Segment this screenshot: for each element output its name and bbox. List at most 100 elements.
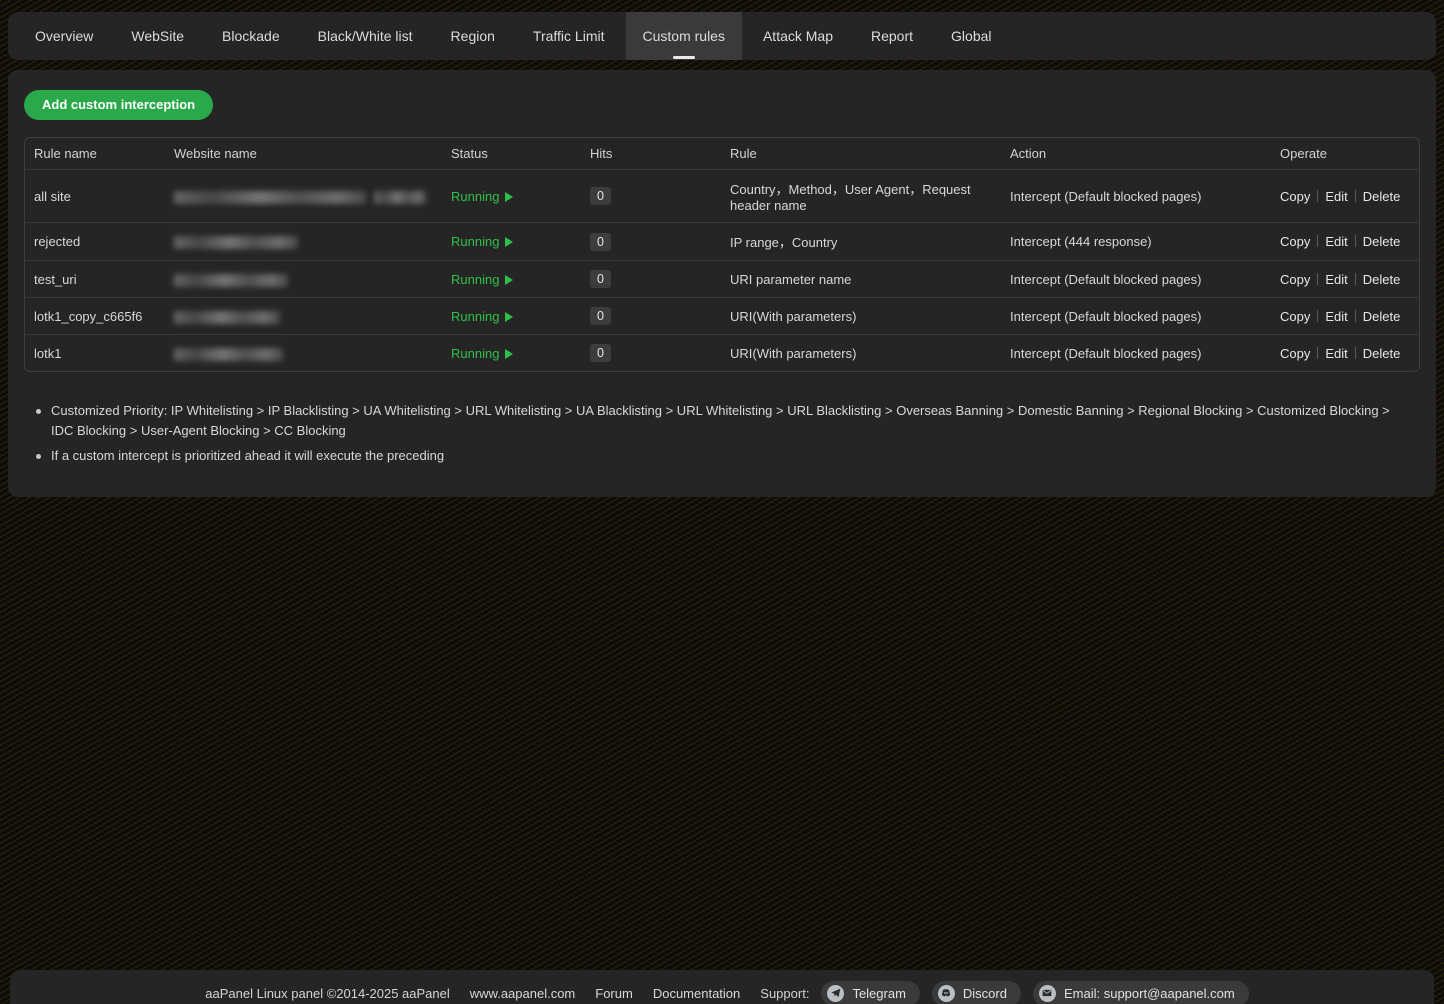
custom-rules-table: Rule name Website name Status Hits Rule … [24,137,1420,372]
hits-badge: 0 [590,307,611,325]
col-operate: Operate [1271,138,1419,169]
col-rule-name: Rule name [25,138,165,169]
table-row: all site Running 0 Country，Method，User A… [25,169,1419,222]
rule-name-cell: all site [25,169,165,222]
status-running-toggle[interactable]: Running [451,309,513,324]
website-name-cell [165,334,442,371]
play-icon [505,275,513,285]
play-icon [505,237,513,247]
copy-link[interactable]: Copy [1280,309,1310,324]
tab-report[interactable]: Report [854,12,930,60]
telegram-icon [827,985,844,1002]
status-label: Running [451,272,499,287]
delete-link[interactable]: Delete [1363,189,1401,204]
play-icon [505,192,513,202]
col-rule: Rule [721,138,1001,169]
divider [1355,310,1356,322]
status-running-toggle[interactable]: Running [451,234,513,249]
website-link[interactable]: www.aapanel.com [470,986,576,1001]
table-row: lotk1_copy_c665f6 Running 0 URI(With par… [25,297,1419,334]
divider [1317,310,1318,322]
delete-link[interactable]: Delete [1363,346,1401,361]
col-hits: Hits [581,138,721,169]
rule-name-cell: lotk1_copy_c665f6 [25,297,165,334]
telegram-label: Telegram [852,986,905,1001]
copy-link[interactable]: Copy [1280,189,1310,204]
status-label: Running [451,309,499,324]
status-label: Running [451,346,499,361]
action-cell: Intercept (Default blocked pages) [1001,169,1271,222]
redacted-website-name [174,348,283,361]
email-button[interactable]: Email: support@aapanel.com [1033,981,1249,1004]
table-row: lotk1 Running 0 URI(With parameters) Int… [25,334,1419,371]
rule-name-cell: rejected [25,222,165,260]
tab-website[interactable]: WebSite [114,12,201,60]
tab-region[interactable]: Region [434,12,512,60]
documentation-link[interactable]: Documentation [653,986,740,1001]
divider [1355,235,1356,247]
edit-link[interactable]: Edit [1325,234,1347,249]
tab-overview[interactable]: Overview [18,12,110,60]
rule-cell: URI parameter name [721,260,1001,297]
tab-global[interactable]: Global [934,12,1008,60]
status-running-toggle[interactable]: Running [451,189,513,204]
copy-link[interactable]: Copy [1280,234,1310,249]
website-name-cell [165,297,442,334]
edit-link[interactable]: Edit [1325,346,1347,361]
website-name-cell [165,222,442,260]
top-nav-bar: Overview WebSite Blockade Black/White li… [8,12,1436,60]
status-label: Running [451,189,499,204]
delete-link[interactable]: Delete [1363,309,1401,324]
edit-link[interactable]: Edit [1325,189,1347,204]
copy-link[interactable]: Copy [1280,272,1310,287]
status-running-toggle[interactable]: Running [451,272,513,287]
table-row: rejected Running 0 IP range，Country Inte… [25,222,1419,260]
discord-label: Discord [963,986,1007,1001]
custom-rules-panel: Add custom interception Rule name Websit… [8,70,1436,497]
divider [1317,347,1318,359]
add-custom-interception-button[interactable]: Add custom interception [24,90,213,120]
rule-cell: URI(With parameters) [721,334,1001,371]
tab-black-white-list[interactable]: Black/White list [301,12,430,60]
divider [1317,190,1318,202]
status-running-toggle[interactable]: Running [451,346,513,361]
action-cell: Intercept (444 response) [1001,222,1271,260]
table-row: test_uri Running 0 URI parameter name In… [25,260,1419,297]
rule-name-cell: lotk1 [25,334,165,371]
delete-link[interactable]: Delete [1363,234,1401,249]
edit-link[interactable]: Edit [1325,309,1347,324]
note-custom-intercept: If a custom intercept is prioritized ahe… [34,446,1394,466]
forum-link[interactable]: Forum [595,986,633,1001]
action-cell: Intercept (Default blocked pages) [1001,297,1271,334]
discord-button[interactable]: Discord [932,981,1021,1004]
edit-link[interactable]: Edit [1325,272,1347,287]
divider [1317,235,1318,247]
support-label: Support: [760,986,809,1001]
rule-cell: URI(With parameters) [721,297,1001,334]
divider [1355,347,1356,359]
redacted-website-name [174,236,298,249]
play-icon [505,312,513,322]
delete-link[interactable]: Delete [1363,272,1401,287]
hits-badge: 0 [590,344,611,362]
tab-traffic-limit[interactable]: Traffic Limit [516,12,622,60]
col-action: Action [1001,138,1271,169]
col-website-name: Website name [165,138,442,169]
email-icon [1039,985,1056,1002]
tab-attack-map[interactable]: Attack Map [746,12,850,60]
rule-cell: Country，Method，User Agent，Request header… [721,169,1001,222]
email-label: Email: support@aapanel.com [1064,986,1235,1001]
redacted-website-name [174,274,288,287]
copy-link[interactable]: Copy [1280,346,1310,361]
telegram-button[interactable]: Telegram [821,981,919,1004]
tab-custom-rules[interactable]: Custom rules [626,12,742,60]
divider [1355,190,1356,202]
redacted-website-name [174,191,366,204]
hits-badge: 0 [590,270,611,288]
status-label: Running [451,234,499,249]
col-status: Status [442,138,581,169]
table-header-row: Rule name Website name Status Hits Rule … [25,138,1419,169]
action-cell: Intercept (Default blocked pages) [1001,260,1271,297]
tab-blockade[interactable]: Blockade [205,12,297,60]
divider [1355,273,1356,285]
